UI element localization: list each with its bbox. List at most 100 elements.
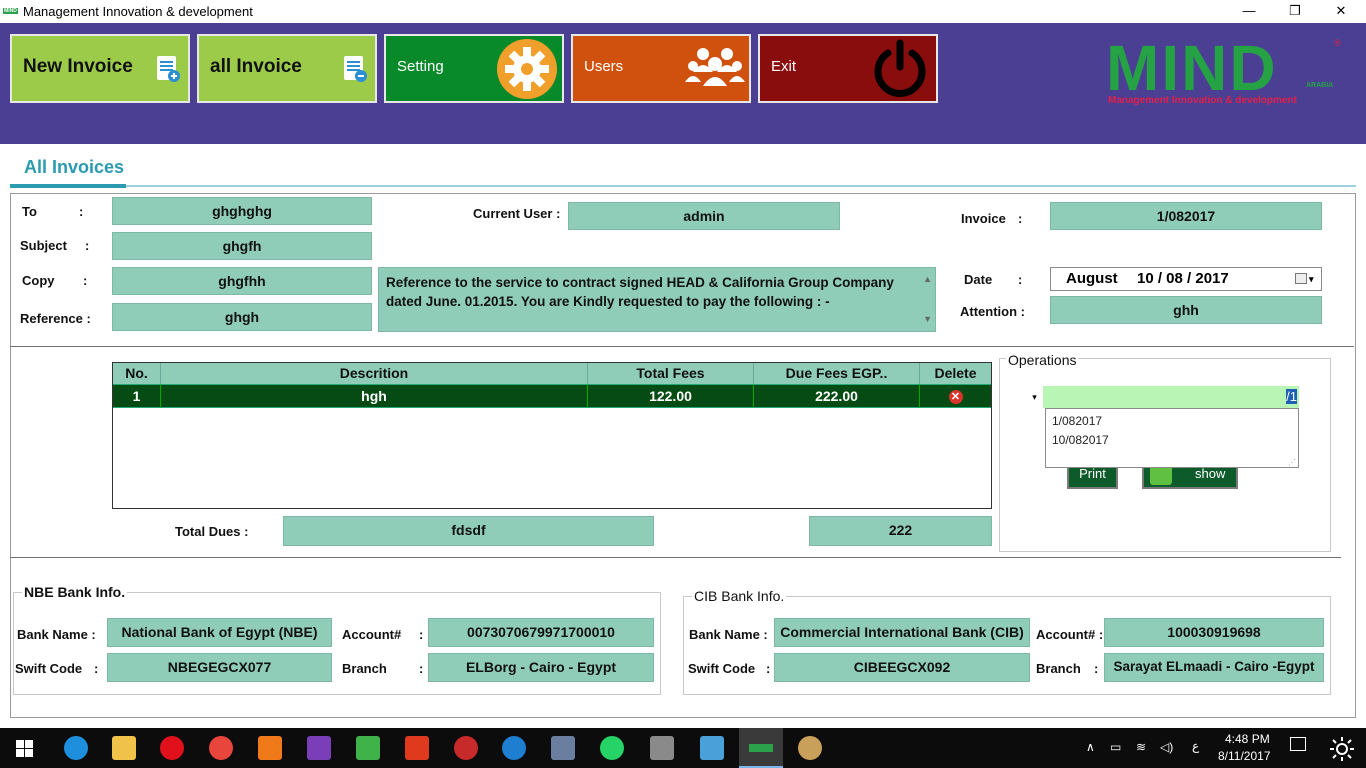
users-button[interactable]: Users — [571, 34, 751, 103]
setting-button[interactable]: Setting — [384, 34, 564, 103]
invoice-label: Invoice — [961, 211, 1006, 226]
window-title: Management Innovation & development — [23, 4, 253, 19]
app-icon-red[interactable] — [454, 736, 478, 760]
close-button[interactable]: ✕ — [1318, 0, 1364, 23]
users-label: Users — [584, 58, 624, 75]
camtasia-icon[interactable] — [356, 736, 380, 760]
cib-account-field[interactable]: 100030919698 — [1104, 618, 1324, 647]
edge-icon[interactable] — [64, 736, 88, 760]
current-user-field[interactable]: admin — [568, 202, 840, 230]
notes-icon[interactable] — [700, 736, 724, 760]
col-header-total-fees[interactable]: Total Fees — [588, 363, 754, 384]
total-dues-words[interactable]: fdsdf — [283, 516, 654, 546]
nbe-account-label: Account# — [342, 627, 402, 642]
delete-icon[interactable]: ✕ — [948, 390, 963, 405]
invoice-colon: : — [1018, 211, 1023, 226]
invoice-field[interactable]: 1/082017 — [1050, 202, 1322, 230]
resize-grip-icon[interactable]: ⋰ — [1288, 458, 1296, 467]
mind-app-taskbar-button[interactable] — [739, 728, 783, 768]
battery-icon[interactable]: ▭ — [1110, 740, 1121, 754]
tools-icon[interactable] — [650, 736, 674, 760]
notifications-icon[interactable] — [1290, 737, 1306, 751]
pdf-icon[interactable] — [405, 736, 429, 760]
nbe-account-field[interactable]: 0073070679971700010 — [428, 618, 654, 647]
date-colon: : — [1018, 272, 1023, 287]
operations-title: Operations — [1006, 352, 1079, 368]
section-divider — [10, 346, 1354, 347]
chevron-up-icon[interactable]: ∧ — [1086, 740, 1095, 754]
language-indicator[interactable]: ع — [1192, 739, 1199, 753]
nbe-branch-label: Branch — [342, 661, 387, 676]
chevron-down-icon[interactable]: ▾ — [1309, 268, 1314, 290]
scroll-up-icon[interactable]: ▲ — [923, 270, 932, 289]
invoice-dropdown-list[interactable]: 1/082017 10/082017 ⋰ — [1045, 408, 1299, 468]
col-header-description[interactable]: Descrition — [161, 363, 588, 384]
all-invoice-button[interactable]: all Invoice — [197, 34, 377, 103]
cib-branch-field[interactable]: Sarayat ELmaadi - Cairo -Egypt — [1104, 653, 1324, 682]
invoice-combo-input[interactable]: /1 — [1043, 386, 1299, 408]
bank-divider — [10, 557, 1341, 558]
nbe-swift-field[interactable]: NBEGEGCX077 — [107, 653, 332, 682]
network-icon[interactable]: ≋ — [1136, 740, 1146, 754]
to-colon: : — [79, 204, 84, 219]
nbe-bank-name-field[interactable]: National Bank of Egypt (NBE) — [107, 618, 332, 647]
subject-label: Subject — [20, 238, 67, 253]
col-header-no[interactable]: No. — [113, 363, 161, 384]
clock-date[interactable]: 8/11/2017 — [1218, 749, 1271, 763]
volume-icon[interactable]: ◁) — [1160, 740, 1173, 754]
calendar-icon[interactable] — [1295, 273, 1307, 284]
invoice-items-grid[interactable]: No. Descrition Total Fees Due Fees EGP..… — [112, 362, 992, 509]
date-picker[interactable]: August 10 / 08 / 2017 ▾ — [1050, 267, 1322, 291]
nbe-swift-colon: : — [94, 661, 99, 676]
teamviewer-icon[interactable] — [502, 736, 526, 760]
cell-total-fees[interactable]: 122.00 — [588, 384, 754, 408]
power-icon — [874, 39, 926, 97]
settings-gears-icon[interactable] — [551, 736, 575, 760]
new-invoice-button[interactable]: New Invoice — [10, 34, 190, 103]
to-field[interactable]: ghghghg — [112, 197, 372, 225]
list-item[interactable]: 1/082017 — [1052, 414, 1102, 428]
reference-note[interactable]: Reference to the service to contract sig… — [378, 267, 936, 332]
minimize-button[interactable]: — — [1226, 0, 1272, 23]
windows-start-icon[interactable] — [16, 740, 33, 757]
reference-field[interactable]: ghgh — [112, 303, 372, 331]
nbe-swift-label: Swift Code — [15, 661, 83, 676]
restore-button[interactable]: ❐ — [1272, 0, 1318, 23]
nbe-branch-field[interactable]: ELBorg - Cairo - Egypt — [428, 653, 654, 682]
copy-colon: : — [83, 273, 88, 288]
whatsapp-icon[interactable] — [600, 736, 624, 760]
clock-time[interactable]: 4:48 PM — [1225, 732, 1270, 746]
cib-bank-name-field[interactable]: Commercial International Bank (CIB) — [774, 618, 1030, 647]
brightness-icon[interactable] — [1330, 737, 1354, 761]
exit-label: Exit — [771, 58, 797, 75]
cib-swift-label: Swift Code — [688, 661, 756, 676]
opera-icon[interactable] — [160, 736, 184, 760]
dropdown-arrow-icon[interactable]: ▾ — [1026, 386, 1043, 408]
chrome-icon[interactable] — [209, 736, 233, 760]
paint-icon[interactable] — [798, 736, 822, 760]
col-header-delete[interactable]: Delete — [920, 363, 991, 384]
cell-no[interactable]: 1 — [113, 384, 161, 408]
nbe-account-colon: : — [419, 627, 424, 642]
file-explorer-icon[interactable] — [112, 736, 136, 760]
cell-description[interactable]: hgh — [161, 384, 588, 408]
total-dues-amount[interactable]: 222 — [809, 516, 992, 546]
col-header-due-fees[interactable]: Due Fees EGP.. — [754, 363, 920, 384]
attention-field[interactable]: ghh — [1050, 296, 1322, 324]
exit-button[interactable]: Exit — [758, 34, 938, 103]
setting-label: Setting — [397, 58, 444, 75]
cell-delete[interactable]: ✕ — [920, 384, 991, 408]
attention-label: Attention : — [960, 304, 1025, 319]
xampp-icon[interactable] — [258, 736, 282, 760]
copy-field[interactable]: ghgfhh — [112, 267, 372, 295]
subject-field[interactable]: ghgfh — [112, 232, 372, 260]
cell-due-fees[interactable]: 222.00 — [754, 384, 920, 408]
scroll-down-icon[interactable]: ▼ — [923, 310, 932, 329]
cib-bank-title: CIB Bank Info. — [692, 588, 787, 604]
list-item[interactable]: 10/082017 — [1052, 433, 1109, 447]
visual-studio-icon[interactable] — [307, 736, 331, 760]
date-label: Date — [964, 272, 993, 287]
tab-all-invoices[interactable]: All Invoices — [24, 157, 124, 178]
new-invoice-label: New Invoice — [23, 56, 133, 77]
cib-swift-field[interactable]: CIBEEGCX092 — [774, 653, 1030, 682]
